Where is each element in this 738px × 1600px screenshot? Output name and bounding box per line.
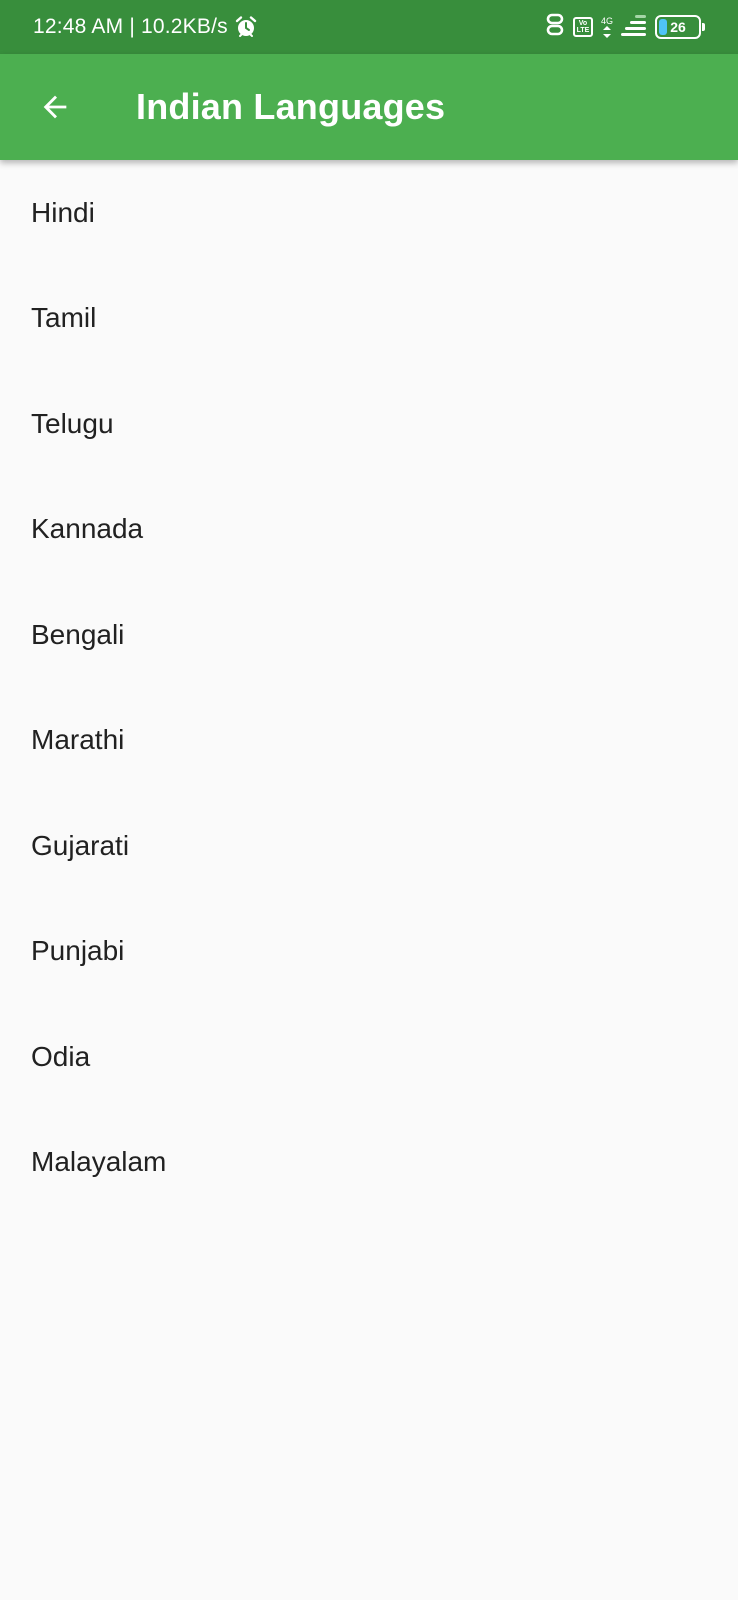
list-item-gujarati[interactable]: Gujarati bbox=[0, 793, 738, 899]
status-separator: | bbox=[129, 15, 135, 38]
language-list: Hindi Tamil Telugu Kannada Bengali Marat… bbox=[0, 160, 738, 1215]
status-left: 12:48 AM | 10.2KB/s bbox=[33, 0, 258, 54]
back-button[interactable] bbox=[20, 72, 90, 142]
battery-icon: 26 bbox=[655, 15, 705, 39]
list-item-punjabi[interactable]: Punjabi bbox=[0, 899, 738, 1005]
volte-bottom-label: LTE bbox=[576, 27, 590, 34]
network-speed: 10.2KB/s bbox=[140, 15, 228, 38]
signal-icon bbox=[621, 14, 647, 41]
battery-fill bbox=[659, 19, 667, 35]
list-item-marathi[interactable]: Marathi bbox=[0, 688, 738, 794]
status-time: 12:48 AM bbox=[33, 15, 124, 38]
status-bar: 12:48 AM | 10.2KB/s Vo LTE 4G 26 bbox=[0, 0, 738, 54]
battery-level: 26 bbox=[670, 19, 686, 35]
mobile-data-arrows-icon bbox=[602, 26, 611, 38]
volte-icon: Vo LTE bbox=[572, 17, 593, 37]
volte-top-label: Vo bbox=[578, 20, 588, 27]
page-title: Indian Languages bbox=[136, 86, 446, 127]
app-bar: Indian Languages bbox=[0, 54, 738, 160]
list-item-odia[interactable]: Odia bbox=[0, 1004, 738, 1110]
status-right: Vo LTE 4G 26 bbox=[545, 0, 705, 54]
alarm-icon bbox=[234, 15, 258, 39]
list-item-malayalam[interactable]: Malayalam bbox=[0, 1110, 738, 1216]
arrow-back-icon bbox=[43, 95, 67, 119]
list-item-bengali[interactable]: Bengali bbox=[0, 582, 738, 688]
data-saver-icon bbox=[545, 13, 565, 42]
list-item-kannada[interactable]: Kannada bbox=[0, 477, 738, 583]
list-item-telugu[interactable]: Telugu bbox=[0, 371, 738, 477]
list-item-tamil[interactable]: Tamil bbox=[0, 266, 738, 372]
mobile-data-indicator: 4G bbox=[601, 16, 613, 38]
network-type-label: 4G bbox=[600, 16, 613, 26]
list-item-hindi[interactable]: Hindi bbox=[0, 160, 738, 266]
